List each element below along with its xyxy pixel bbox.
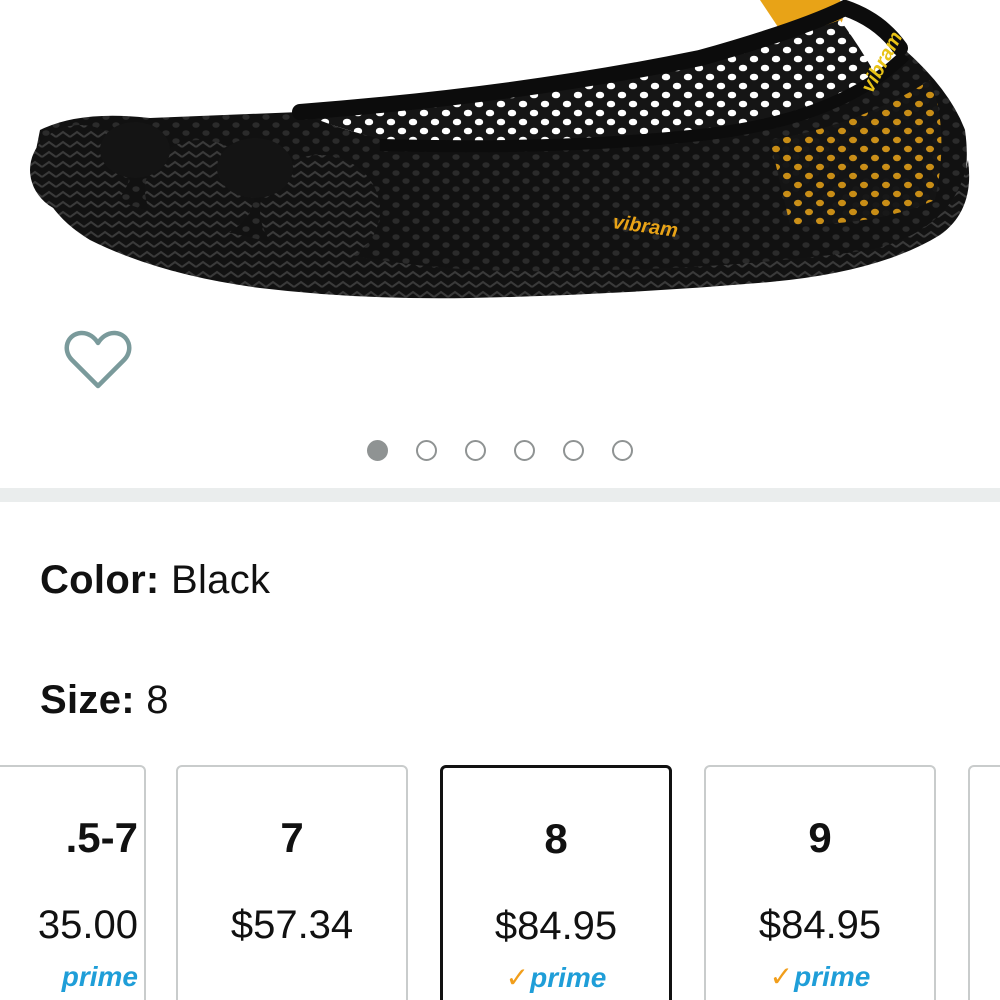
carousel-dot-1[interactable] bbox=[367, 440, 388, 461]
product-image[interactable]: vibram vibram bbox=[0, 0, 1000, 320]
prime-badge: prime bbox=[0, 959, 138, 995]
size-option-size: 9 bbox=[808, 814, 832, 861]
size-options-list[interactable]: .5-7 35.00 prime 7 $57.34 8 $84.95 ✓ pri… bbox=[0, 765, 1000, 1000]
carousel-pagination bbox=[0, 440, 1000, 466]
product-image-carousel[interactable]: vibram vibram bbox=[0, 0, 1000, 488]
size-value: 8 bbox=[146, 678, 169, 722]
size-option-tile[interactable]: 7 $57.34 bbox=[176, 765, 408, 1000]
section-divider bbox=[0, 488, 1000, 502]
prime-label: prime bbox=[61, 961, 138, 992]
size-option-price: $57.34 bbox=[230, 903, 354, 947]
prime-check-icon: ✓ bbox=[769, 961, 794, 992]
size-option-size: 7 bbox=[280, 814, 304, 861]
carousel-dot-4[interactable] bbox=[514, 440, 535, 461]
prime-label: prime bbox=[794, 961, 871, 992]
color-label: Color: bbox=[40, 558, 160, 602]
size-option-size: .5-7 bbox=[65, 814, 138, 861]
size-option-price: $84.95 bbox=[758, 903, 882, 947]
size-option-tile[interactable]: .5-7 35.00 prime bbox=[0, 765, 146, 1000]
carousel-dot-5[interactable] bbox=[563, 440, 584, 461]
prime-check-icon: ✓ bbox=[505, 962, 530, 993]
wishlist-heart-icon[interactable] bbox=[64, 328, 132, 392]
size-option-size: 8 bbox=[544, 815, 568, 862]
prime-badge: ✓ prime bbox=[443, 960, 669, 996]
size-option-tile[interactable] bbox=[968, 765, 1000, 1000]
carousel-dot-3[interactable] bbox=[465, 440, 486, 461]
prime-badge bbox=[178, 959, 406, 995]
size-option-price: $84.95 bbox=[494, 904, 618, 948]
prime-badge: ✓ prime bbox=[706, 959, 934, 995]
size-option-tile[interactable]: 9 $84.95 ✓ prime bbox=[704, 765, 936, 1000]
prime-label: prime bbox=[530, 962, 607, 993]
size-option-tile-selected[interactable]: 8 $84.95 ✓ prime bbox=[440, 765, 672, 1000]
carousel-dot-6[interactable] bbox=[612, 440, 633, 461]
color-value: Black bbox=[170, 558, 271, 602]
size-variation: Size: 8 bbox=[40, 676, 169, 724]
size-label: Size: bbox=[40, 678, 135, 722]
size-option-price: 35.00 bbox=[37, 903, 138, 947]
color-variation: Color: Black bbox=[40, 556, 270, 604]
carousel-dot-2[interactable] bbox=[416, 440, 437, 461]
